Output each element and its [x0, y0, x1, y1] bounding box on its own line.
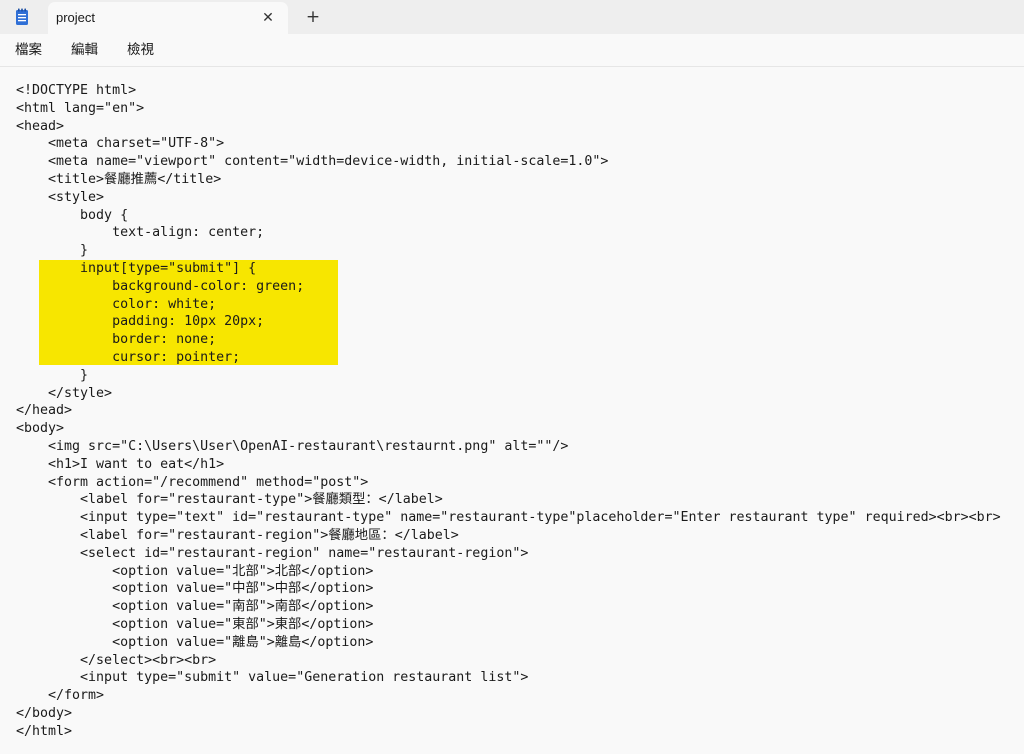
tab-bar: project ✕ + — [0, 0, 1024, 34]
code-line: <option value="離島">離島</option> — [16, 634, 374, 650]
code-line: <option value="北部">北部</option> — [16, 563, 374, 579]
code-line: <html lang="en"> — [16, 100, 145, 116]
code-line: <label for="restaurant-type">餐廳類型：</labe… — [16, 492, 443, 508]
tab-project[interactable]: project ✕ — [48, 2, 288, 34]
code-line: <body> — [16, 421, 65, 437]
code-line: <h1>I want to eat</h1> — [16, 456, 225, 472]
new-tab-button[interactable]: + — [303, 7, 323, 27]
code-line: } — [16, 243, 89, 259]
code-line: <input type="text" id="restaurant-type" … — [16, 510, 1001, 526]
code-line: <select id="restaurant-region" name="res… — [16, 545, 529, 561]
code-line: <!DOCTYPE html> — [16, 83, 137, 98]
code-line: <option value="東部">東部</option> — [16, 616, 374, 632]
code-line: </html> — [16, 723, 73, 739]
menu-file[interactable]: 檔案 — [15, 40, 42, 60]
code-line: <head> — [16, 118, 65, 134]
code-line: </style> — [16, 385, 113, 401]
notepad-window: project ✕ + 檔案 編輯 檢視 <!DOCTYPE html> <htm… — [0, 0, 1024, 754]
code-line: } — [16, 367, 89, 383]
code-line: </body> — [16, 705, 73, 721]
code-line: <label for="restaurant-region">餐廳地區：</la… — [16, 527, 459, 543]
code-line: <option value="南部">南部</option> — [16, 599, 374, 615]
code-line: cursor: pointer; — [16, 349, 241, 365]
code-line: </head> — [16, 403, 73, 419]
code-line: padding: 10px 20px; — [16, 314, 265, 330]
code-line: input[type="submit"] { — [16, 260, 257, 276]
code-line: <form action="/recommend" method="post"> — [16, 474, 369, 490]
tab-title: project — [56, 10, 96, 25]
code-line: text-align: center; — [16, 225, 265, 241]
code-line: </form> — [16, 688, 105, 704]
code-line: <style> — [16, 189, 105, 205]
code-line: <meta name="viewport" content="width=dev… — [16, 154, 609, 170]
code-line: <meta charset="UTF-8"> — [16, 136, 225, 152]
code-line: <img src="C:\Users\User\OpenAI-restauran… — [16, 438, 569, 454]
code-line: border: none; — [16, 332, 217, 348]
menu-edit[interactable]: 編輯 — [71, 40, 98, 60]
code-line: body { — [16, 207, 129, 223]
code-line: <option value="中部">中部</option> — [16, 581, 374, 597]
notepad-icon — [16, 8, 28, 25]
menu-bar: 檔案 編輯 檢視 — [0, 34, 1024, 67]
menu-view[interactable]: 檢視 — [127, 40, 154, 60]
code-text: <!DOCTYPE html> <html lang="en"> <head> <m… — [16, 82, 1001, 740]
code-line: </select><br><br> — [16, 652, 217, 668]
code-line: <input type="submit" value="Generation r… — [16, 670, 529, 686]
code-line: color: white; — [16, 296, 217, 312]
text-editor[interactable]: <!DOCTYPE html> <html lang="en"> <head> <m… — [0, 67, 1024, 754]
code-line: <title>餐廳推薦</title> — [16, 171, 222, 187]
code-line: background-color: green; — [16, 278, 305, 294]
close-icon[interactable]: ✕ — [258, 8, 278, 28]
